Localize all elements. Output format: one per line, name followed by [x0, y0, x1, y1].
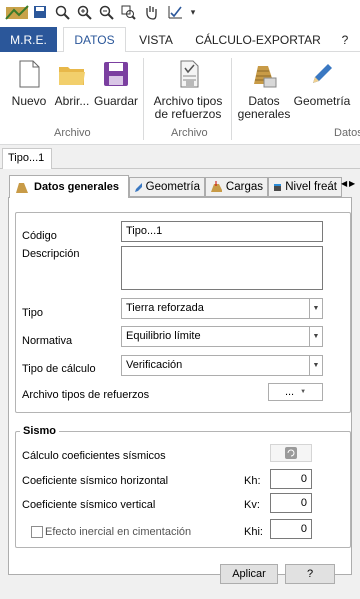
calculation-type-select[interactable]: Verificación ▼ [121, 355, 323, 376]
new-button-label: Nuevo [11, 94, 47, 108]
code-label: Código [22, 230, 57, 242]
open-button[interactable]: Abrir... [52, 58, 92, 108]
general-data-button[interactable]: Datos generales [237, 58, 291, 121]
tab-help[interactable]: ? [336, 27, 354, 52]
save-button[interactable]: Guardar [94, 58, 138, 108]
group-label-archivo-2: Archivo [171, 127, 208, 139]
pencil-icon [313, 64, 332, 83]
tab-scroll-left-icon[interactable]: ◀ [341, 179, 347, 188]
browse-button-label: ... [284, 386, 295, 398]
tab-datos-generales[interactable]: Datos generales [9, 175, 129, 198]
calculation-type-select-value: Verificación [126, 359, 183, 371]
tab-cargas-label: Cargas [225, 181, 263, 193]
kv-input[interactable]: 0 [270, 493, 312, 513]
inertial-effect-label: Efecto inercial en cimentación [45, 526, 192, 538]
water-level-icon [274, 184, 282, 191]
ribbon-tab-bar: M.R.E. DATOS VISTA CÁLCULO-EXPORTAR ? [0, 25, 360, 53]
quick-access-toolbar: ▾ [0, 0, 360, 25]
seismic-group-title: Sismo [20, 425, 60, 437]
tab-geometria-label: Geometría [145, 181, 200, 193]
tab-cargas[interactable]: Cargas [205, 177, 268, 197]
pan-hand-icon[interactable] [142, 4, 160, 20]
help-button[interactable]: ? [285, 564, 335, 584]
reinforcement-file-browse-button[interactable]: ... ▼ [268, 383, 323, 401]
zoom-extents-icon[interactable] [120, 4, 136, 20]
tab-datos-generales-label: Datos generales [34, 181, 119, 193]
chevron-down-icon: ▼ [309, 299, 322, 318]
standard-label: Normativa [22, 335, 73, 347]
horizontal-coefficient-label: Coeficiente sísmico horizontal [22, 475, 169, 487]
chevron-down-icon: ▼ [309, 327, 322, 346]
customize-dropdown-icon[interactable]: ▾ [188, 4, 198, 20]
kh-label: Kh: [244, 475, 261, 487]
checklist-icon[interactable] [166, 4, 184, 20]
reinforcement-types-file-button[interactable]: Archivo tipos de refuerzos [150, 58, 226, 121]
save-disk-icon [104, 62, 128, 86]
open-folder-icon [59, 67, 85, 85]
save-icon[interactable] [32, 4, 48, 20]
tab-nivel-freatico[interactable]: Nivel freát [268, 177, 342, 197]
group-label-datos: Datos [334, 127, 360, 139]
document-tab-bar: Tipo...1 [0, 146, 360, 169]
zoom-out-icon[interactable] [98, 4, 114, 20]
kv-label: Kv: [244, 499, 260, 511]
code-input[interactable]: Tipo...1 [121, 221, 323, 242]
ribbon-separator [143, 58, 144, 140]
zoom-in-icon[interactable] [76, 4, 92, 20]
kh-input[interactable]: 0 [270, 469, 312, 489]
loads-icon [211, 181, 222, 192]
refresh-icon [285, 447, 297, 459]
tab-calculo-exportar[interactable]: CÁLCULO-EXPORTAR [194, 27, 322, 52]
ribbon: Nuevo Abrir... Guardar Archivo tipos de … [0, 52, 360, 145]
tab-geometria[interactable]: Geometría [129, 177, 205, 197]
inertial-effect-checkbox[interactable] [31, 526, 43, 538]
apply-button[interactable]: Aplicar [220, 564, 278, 584]
new-document-icon [19, 60, 40, 88]
tab-datos[interactable]: DATOS [63, 27, 126, 53]
geometry-button[interactable]: Geometría [293, 58, 351, 108]
group-label-archivo: Archivo [54, 127, 91, 139]
chevron-down-icon: ▼ [309, 356, 322, 375]
description-textarea[interactable] [121, 246, 323, 290]
calculate-seismic-button[interactable] [270, 444, 312, 462]
calculation-type-label: Tipo de cálculo [22, 363, 96, 375]
tab-vista[interactable]: VISTA [132, 27, 180, 52]
type-select-value: Tierra reforzada [126, 302, 204, 314]
reinforcement-file-icon [180, 60, 199, 88]
new-button[interactable]: Nuevo [8, 58, 50, 108]
description-label: Descripción [22, 248, 80, 260]
seismic-coefficients-label: Cálculo coeficientes sísmicos [22, 450, 166, 462]
pencil-small-icon [135, 183, 142, 192]
reinforcement-types-label-2: de refuerzos [154, 107, 222, 121]
type-select[interactable]: Tierra reforzada ▼ [121, 298, 323, 319]
app-logo-icon [4, 4, 30, 20]
general-data-label-2: generales [237, 107, 291, 121]
tab-scroll-right-icon[interactable]: ▶ [349, 179, 355, 188]
khi-input[interactable]: 0 [270, 519, 312, 539]
tab-nivel-freatico-label: Nivel freát [285, 181, 337, 193]
vertical-coefficient-label: Coeficiente sísmico vertical [22, 499, 156, 511]
geometry-button-label: Geometría [293, 94, 351, 108]
tab-mre[interactable]: M.R.E. [0, 27, 57, 52]
document-tab[interactable]: Tipo...1 [2, 148, 52, 169]
type-label: Tipo [22, 307, 43, 319]
standard-select[interactable]: Equilibrio límite ▼ [121, 326, 323, 347]
reinforcement-file-label: Archivo tipos de refuerzos [22, 389, 150, 401]
zoom-window-icon[interactable] [54, 4, 70, 20]
khi-label: Khi: [244, 526, 263, 538]
save-button-label: Guardar [93, 94, 139, 108]
open-button-label: Abrir... [54, 94, 90, 108]
general-data-small-icon [16, 183, 28, 193]
chevron-down-icon: ▼ [300, 389, 307, 395]
standard-select-value: Equilibrio límite [126, 330, 201, 342]
general-data-icon [254, 66, 277, 88]
ribbon-separator [231, 58, 232, 140]
